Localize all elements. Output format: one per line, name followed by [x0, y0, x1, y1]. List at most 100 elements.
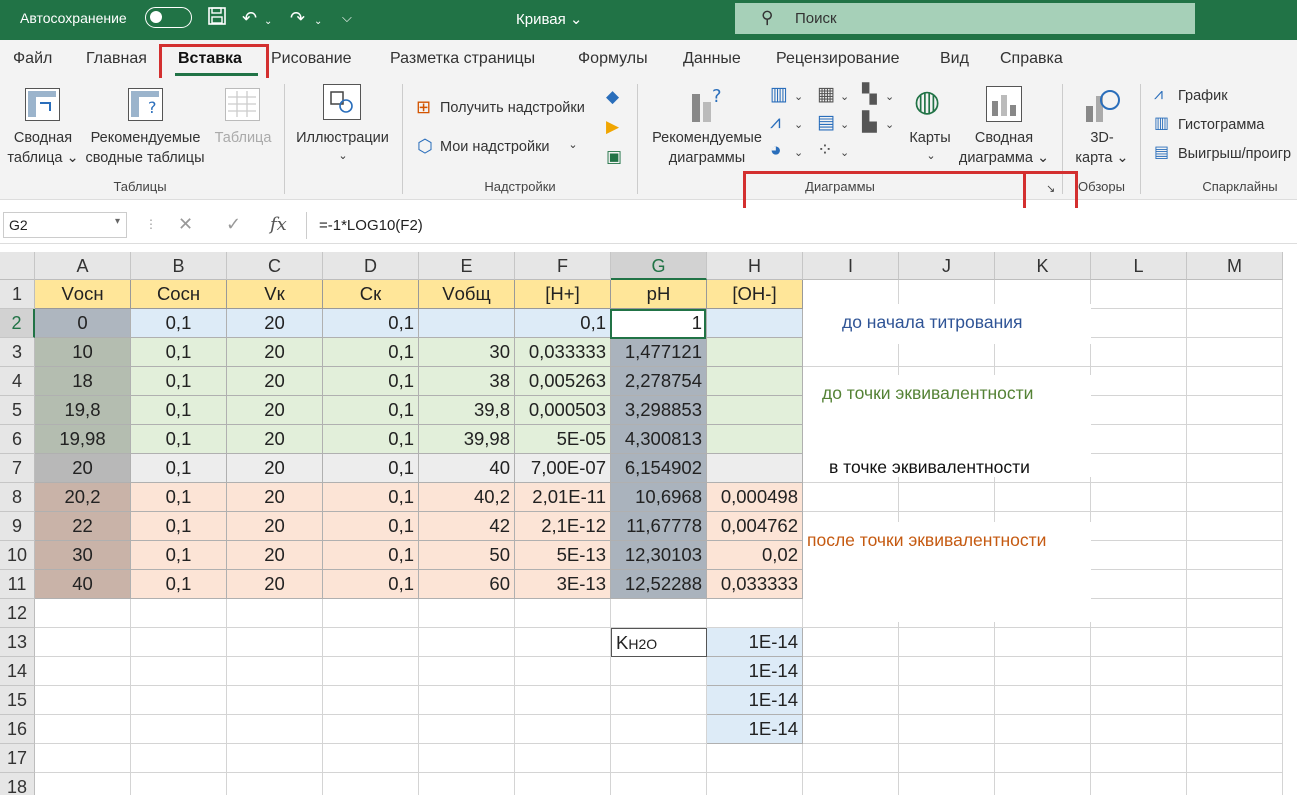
cell[interactable] — [1187, 599, 1283, 628]
table-cell[interactable] — [419, 309, 515, 338]
table-cell[interactable]: 20 — [227, 309, 323, 338]
row-header-6[interactable]: 6 — [0, 425, 35, 454]
cell[interactable] — [1091, 454, 1187, 483]
row-header-13[interactable]: 13 — [0, 628, 35, 657]
cell[interactable] — [611, 773, 707, 795]
tab-data[interactable]: Данные — [683, 50, 741, 68]
cell[interactable] — [1091, 309, 1187, 338]
row-header-1[interactable]: 1 — [0, 280, 35, 309]
cell[interactable] — [131, 715, 227, 744]
table-cell[interactable]: 10 — [35, 338, 131, 367]
table-cell[interactable] — [707, 396, 803, 425]
column-header-e[interactable]: E — [419, 252, 515, 280]
cell[interactable] — [1091, 570, 1187, 599]
cell[interactable] — [131, 599, 227, 628]
table-cell[interactable]: 5E-13 — [515, 541, 611, 570]
table-cell[interactable]: 2,1E-12 — [515, 512, 611, 541]
cell[interactable] — [995, 744, 1091, 773]
kw-value[interactable]: 1E-14 — [707, 628, 803, 657]
pie-chart-icon[interactable]: ◕ — [770, 141, 781, 160]
table-cell[interactable]: 60 — [419, 570, 515, 599]
cell[interactable] — [1187, 657, 1283, 686]
cell[interactable] — [1187, 338, 1283, 367]
cell[interactable] — [611, 599, 707, 628]
cell[interactable] — [419, 773, 515, 795]
more-options-icon[interactable]: ⋮ — [145, 217, 157, 231]
undo-icon[interactable]: ↶ — [242, 6, 257, 30]
cell[interactable] — [1091, 744, 1187, 773]
chevron-down-icon[interactable]: ⌄ — [794, 144, 803, 162]
chevron-down-icon[interactable]: ⌄ — [794, 116, 803, 134]
chevron-down-icon[interactable]: ⌄ — [840, 116, 849, 134]
cell[interactable] — [995, 715, 1091, 744]
table-cell[interactable]: 20 — [227, 367, 323, 396]
table-cell[interactable]: 0,1 — [131, 483, 227, 512]
cell[interactable] — [35, 715, 131, 744]
cell[interactable] — [899, 483, 995, 512]
cell[interactable] — [323, 599, 419, 628]
row-header-16[interactable]: 16 — [0, 715, 35, 744]
cell[interactable] — [35, 773, 131, 795]
cell[interactable] — [1187, 715, 1283, 744]
tab-draw[interactable]: Рисование — [271, 50, 352, 68]
cell[interactable] — [995, 686, 1091, 715]
table-cell[interactable]: 0,1 — [323, 309, 419, 338]
cell[interactable] — [995, 773, 1091, 795]
cell[interactable] — [1091, 773, 1187, 795]
combo-chart-icon[interactable]: ▙ — [862, 113, 877, 132]
table-cell[interactable]: 0,004762 — [707, 512, 803, 541]
cell[interactable] — [1187, 425, 1283, 454]
table-cell[interactable]: 2,01E-11 — [515, 483, 611, 512]
row-header-12[interactable]: 12 — [0, 599, 35, 628]
cell[interactable] — [707, 744, 803, 773]
table-cell[interactable]: 40,2 — [419, 483, 515, 512]
cell[interactable] — [1091, 686, 1187, 715]
cell[interactable] — [1091, 541, 1187, 570]
table-cell[interactable]: 10,6968 — [611, 483, 707, 512]
row-header-5[interactable]: 5 — [0, 396, 35, 425]
table-cell[interactable]: 7,00E-07 — [515, 454, 611, 483]
table-cell[interactable]: 0,033333 — [515, 338, 611, 367]
table-cell[interactable]: 30 — [35, 541, 131, 570]
tab-view[interactable]: Вид — [940, 50, 969, 68]
cell[interactable] — [419, 686, 515, 715]
table-cell[interactable]: 1,477121 — [611, 338, 707, 367]
table-cell[interactable]: 20 — [227, 512, 323, 541]
row-header-18[interactable]: 18 — [0, 773, 35, 795]
table-cell[interactable]: 0,1 — [323, 396, 419, 425]
tab-review[interactable]: Рецензирование — [776, 50, 900, 68]
chevron-down-icon[interactable]: ⌄ — [885, 116, 894, 134]
tab-formulas[interactable]: Формулы — [578, 50, 648, 68]
cell[interactable] — [227, 715, 323, 744]
cell[interactable] — [1091, 425, 1187, 454]
table-cell[interactable]: 0,1 — [131, 425, 227, 454]
cell[interactable] — [35, 599, 131, 628]
cell[interactable] — [515, 599, 611, 628]
customize-qat-icon[interactable]: ⌵ — [342, 6, 352, 30]
kw-value[interactable]: 1E-14 — [707, 686, 803, 715]
table-cell[interactable]: 0,000498 — [707, 483, 803, 512]
search-box[interactable]: ⚲ Поиск — [735, 3, 1195, 34]
cell[interactable] — [1187, 512, 1283, 541]
column-header-i[interactable]: I — [803, 252, 899, 280]
table-cell[interactable]: 0,1 — [323, 541, 419, 570]
cell[interactable] — [1187, 454, 1283, 483]
table-cell[interactable]: 6,154902 — [611, 454, 707, 483]
table-cell[interactable]: 38 — [419, 367, 515, 396]
table-cell[interactable]: 0,1 — [131, 541, 227, 570]
table-cell[interactable]: 0,1 — [323, 512, 419, 541]
cell[interactable] — [227, 744, 323, 773]
cell[interactable] — [611, 715, 707, 744]
cell[interactable] — [515, 657, 611, 686]
autosave-toggle[interactable] — [145, 7, 192, 28]
save-icon[interactable] — [207, 6, 227, 32]
table-cell[interactable]: 0,005263 — [515, 367, 611, 396]
table-cell[interactable]: 18 — [35, 367, 131, 396]
cell[interactable] — [707, 773, 803, 795]
tab-help[interactable]: Справка — [1000, 50, 1063, 68]
column-header-b[interactable]: B — [131, 252, 227, 280]
cell[interactable] — [227, 686, 323, 715]
hierarchy-chart-icon[interactable]: ▦ — [817, 85, 835, 104]
cell[interactable] — [803, 773, 899, 795]
table-cell[interactable]: 12,30103 — [611, 541, 707, 570]
